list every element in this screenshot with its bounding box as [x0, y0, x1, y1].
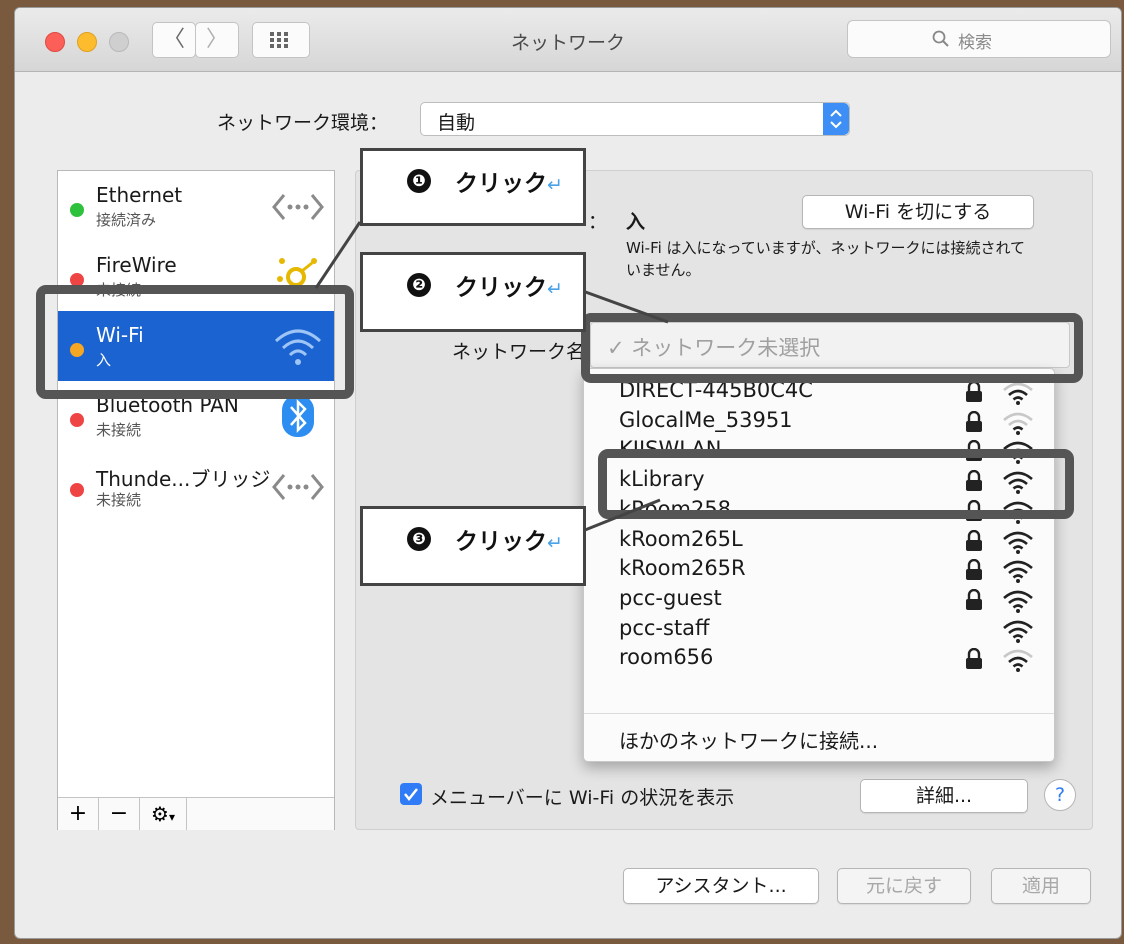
return-icon: ↵	[547, 532, 563, 554]
return-icon: ↵	[547, 174, 563, 196]
callout-2: ❷ クリック↵	[360, 252, 586, 332]
callout-connectors	[314, 221, 669, 534]
callout-3: ❸ クリック↵	[360, 506, 586, 586]
callout-number: ❷	[407, 273, 431, 297]
callout-text: クリック	[455, 171, 547, 197]
return-icon: ↵	[547, 278, 563, 300]
callout-text: クリック	[455, 275, 547, 301]
callout-number: ❶	[407, 169, 431, 193]
callout-number: ❸	[407, 527, 431, 551]
callout-1: ❶ クリック↵	[360, 148, 586, 226]
callout-text: クリック	[455, 529, 547, 555]
